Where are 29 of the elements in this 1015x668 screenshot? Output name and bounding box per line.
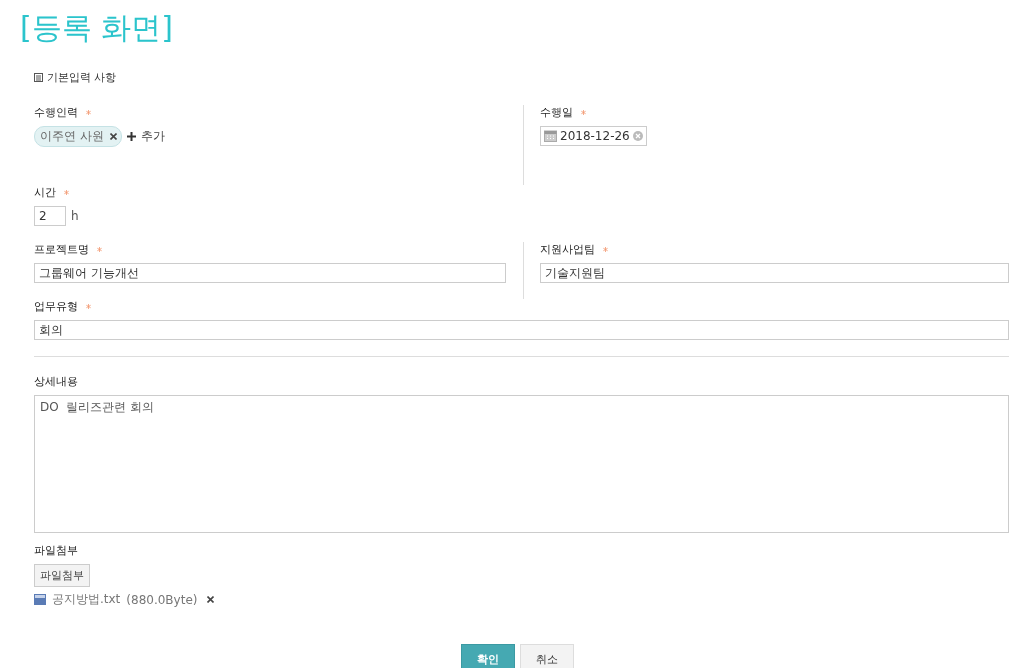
remove-icon[interactable]: [207, 596, 215, 603]
text-file-icon: [34, 594, 46, 605]
unit-label: h: [71, 209, 79, 223]
list-icon: [34, 73, 43, 82]
attach-button[interactable]: 파일첨부: [34, 564, 90, 587]
field-label: 업무유형: [34, 299, 78, 314]
work-type-input[interactable]: 회의: [34, 320, 1009, 340]
calendar-icon: [544, 130, 557, 142]
project-input[interactable]: 그룹웨어 기능개선: [34, 263, 506, 283]
person-tag[interactable]: 이주연 사원: [34, 126, 122, 147]
hours-input[interactable]: 2: [34, 206, 66, 226]
field-label: 지원사업팀: [540, 242, 595, 257]
add-button[interactable]: 추가: [126, 128, 165, 145]
page-title: [등록 화면]: [20, 9, 174, 47]
field-label: 수행인력: [34, 105, 78, 120]
remove-icon[interactable]: [109, 133, 117, 140]
section-title: 기본입력 사항: [47, 70, 117, 85]
field-label: 시간: [34, 185, 56, 200]
field-label: 프로젝트명: [34, 242, 89, 257]
file-name[interactable]: 공지방법.txt: [52, 591, 121, 608]
field-label: 수행일: [540, 105, 573, 120]
field-label: 상세내용: [34, 374, 78, 389]
details-textarea[interactable]: DO 릴리즈관련 회의: [34, 395, 1009, 533]
cancel-button[interactable]: 취소: [520, 644, 574, 668]
field-label: 파일첨부: [34, 543, 78, 558]
team-input[interactable]: 기술지원팀: [540, 263, 1009, 283]
file-size: (880.0Byte): [126, 592, 198, 607]
date-field[interactable]: 2018-12-26: [540, 126, 647, 146]
plus-icon: [126, 132, 136, 141]
